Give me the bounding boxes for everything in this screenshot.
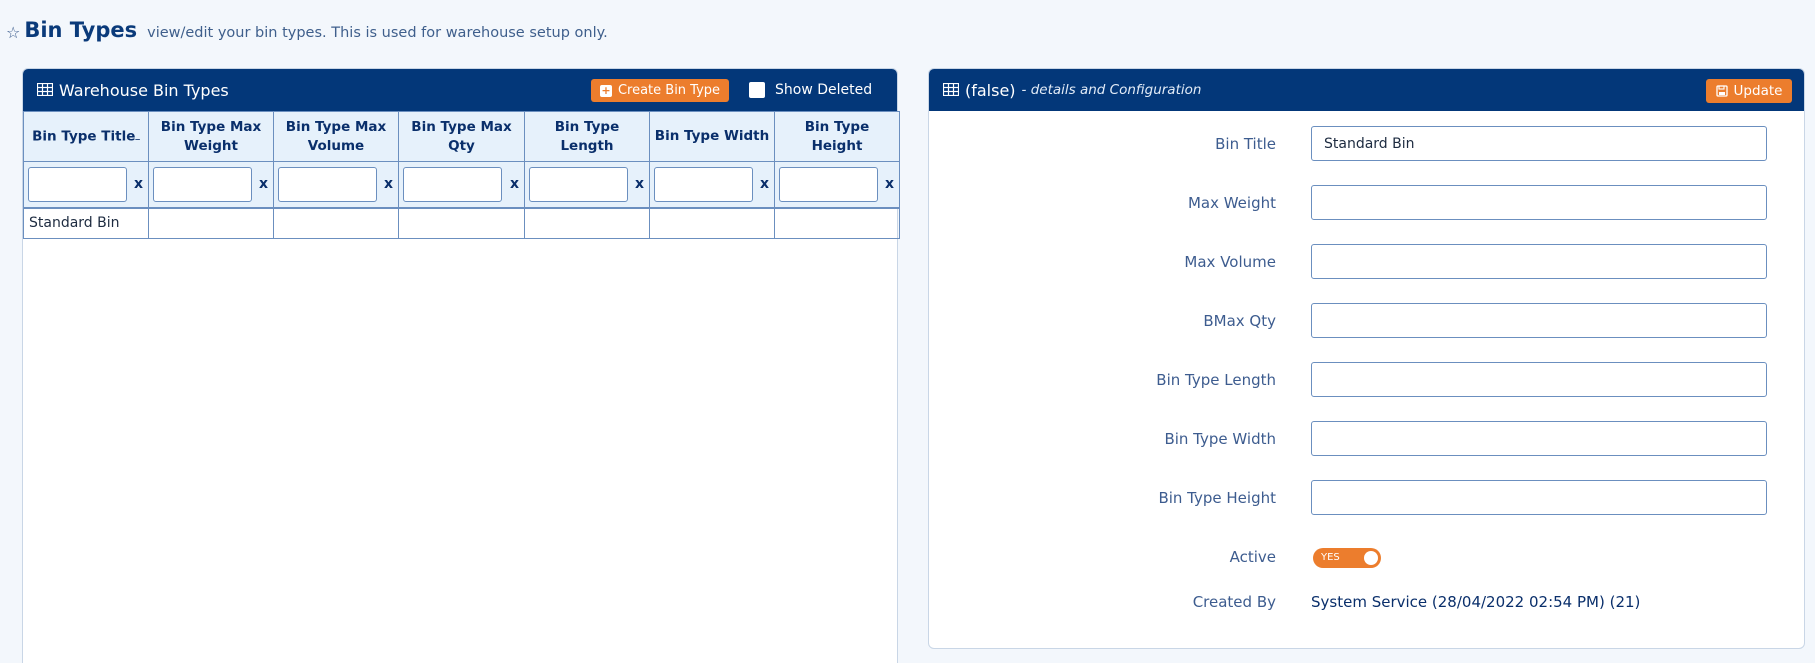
max-volume-input[interactable]	[1311, 244, 1767, 279]
bin-title-input[interactable]	[1311, 126, 1767, 161]
field-label: BMax Qty	[1203, 312, 1276, 330]
filter-input-max-qty[interactable]	[403, 166, 502, 202]
star-icon[interactable]: ☆	[6, 23, 20, 42]
column-header-max-volume[interactable]: Bin Type Max Volume	[273, 111, 399, 162]
field-label: Bin Title	[1215, 135, 1276, 153]
cell-max-volume	[273, 206, 399, 239]
page-header: ☆ Bin Types view/edit your bin types. Th…	[6, 18, 608, 48]
width-input[interactable]	[1311, 421, 1767, 456]
clear-filter-width[interactable]: x	[760, 176, 769, 192]
bin-types-panel: Warehouse Bin Types + Create Bin Type Sh…	[22, 68, 900, 663]
field-label: Max Weight	[1187, 194, 1276, 212]
filter-input-height[interactable]	[779, 166, 878, 202]
clear-filter-height[interactable]: x	[885, 176, 894, 192]
save-icon	[1715, 85, 1728, 97]
field-created-by: Created By System Service (28/04/2022 02…	[929, 584, 1806, 620]
cell-height	[774, 206, 900, 239]
plus-icon: +	[599, 83, 612, 97]
column-header-length[interactable]: Bin Type Length	[524, 111, 650, 162]
page-title: Bin Types	[24, 18, 138, 42]
field-label: Bin Type Height	[1158, 489, 1276, 507]
field-max-weight: Max Weight	[929, 185, 1806, 221]
details-title: (false)	[965, 80, 1016, 100]
table-header-row: Bin Type Title_ Bin Type Max Weight Bin …	[23, 111, 900, 162]
active-toggle[interactable]: YES	[1313, 548, 1381, 568]
show-deleted-checkbox[interactable]	[749, 82, 765, 98]
bin-types-table: Bin Type Title_ Bin Type Max Weight Bin …	[23, 111, 900, 239]
max-qty-input[interactable]	[1311, 303, 1767, 338]
show-deleted-label: Show Deleted	[775, 82, 873, 98]
cell-title: Standard Bin	[23, 206, 149, 239]
cell-length	[524, 206, 650, 239]
filter-input-max-weight[interactable]	[153, 166, 252, 202]
field-bin-title: Bin Title	[929, 126, 1806, 162]
table-row[interactable]: Standard Bin	[23, 206, 900, 239]
field-max-volume: Max Volume	[929, 244, 1806, 280]
column-header-max-weight[interactable]: Bin Type Max Weight	[148, 111, 274, 162]
table-icon	[37, 82, 53, 96]
clear-filter-max-weight[interactable]: x	[259, 176, 268, 192]
update-label: Update	[1733, 83, 1783, 99]
max-weight-input[interactable]	[1311, 185, 1767, 220]
toggle-label: YES	[1321, 552, 1340, 563]
filter-input-length[interactable]	[529, 166, 628, 202]
clear-filter-title[interactable]: x	[134, 176, 143, 192]
create-bin-type-label: Create Bin Type	[617, 83, 721, 98]
field-active: Active YES	[929, 539, 1806, 575]
created-by-value: System Service (28/04/2022 02:54 PM) (21…	[1311, 593, 1641, 611]
update-button[interactable]: Update	[1706, 79, 1792, 103]
column-header-height[interactable]: Bin Type Height	[774, 111, 900, 162]
show-deleted-toggle[interactable]: Show Deleted	[749, 82, 872, 98]
field-height: Bin Type Height	[929, 480, 1806, 516]
toggle-knob	[1364, 551, 1378, 565]
clear-filter-length[interactable]: x	[635, 176, 644, 192]
field-length: Bin Type Length	[929, 362, 1806, 398]
column-header-max-qty[interactable]: Bin Type Max Qty	[398, 111, 525, 162]
cell-max-weight	[148, 206, 274, 239]
length-input[interactable]	[1311, 362, 1767, 397]
field-label: Created By	[1192, 593, 1276, 611]
panel-title: Warehouse Bin Types	[59, 80, 229, 100]
cell-width	[649, 206, 775, 239]
filter-row: x x x x x x x	[23, 161, 900, 208]
table-icon	[943, 82, 959, 96]
column-header-title[interactable]: Bin Type Title_	[23, 111, 149, 162]
bin-details-panel-header: (false) - details and Configuration Upda…	[929, 69, 1804, 111]
field-max-qty: BMax Qty	[929, 303, 1806, 339]
field-label: Active	[1229, 548, 1276, 566]
clear-filter-max-qty[interactable]: x	[510, 176, 519, 192]
clear-filter-max-volume[interactable]: x	[384, 176, 393, 192]
field-label: Max Volume	[1184, 253, 1276, 271]
bin-types-panel-header: Warehouse Bin Types + Create Bin Type Sh…	[23, 69, 897, 111]
column-header-width[interactable]: Bin Type Width	[649, 111, 775, 162]
field-label: Bin Type Width	[1164, 430, 1276, 448]
filter-input-title[interactable]	[28, 166, 127, 202]
page-subtitle: view/edit your bin types. This is used f…	[147, 25, 608, 41]
bin-details-panel: (false) - details and Configuration Upda…	[928, 68, 1805, 649]
details-subtitle: - details and Configuration	[1021, 82, 1202, 98]
cell-max-qty	[398, 206, 525, 239]
height-input[interactable]	[1311, 480, 1767, 515]
filter-input-width[interactable]	[654, 166, 753, 202]
filter-input-max-volume[interactable]	[278, 166, 377, 202]
sort-icon: _	[135, 130, 140, 141]
create-bin-type-button[interactable]: + Create Bin Type	[591, 79, 729, 102]
field-label: Bin Type Length	[1156, 371, 1276, 389]
field-width: Bin Type Width	[929, 421, 1806, 457]
